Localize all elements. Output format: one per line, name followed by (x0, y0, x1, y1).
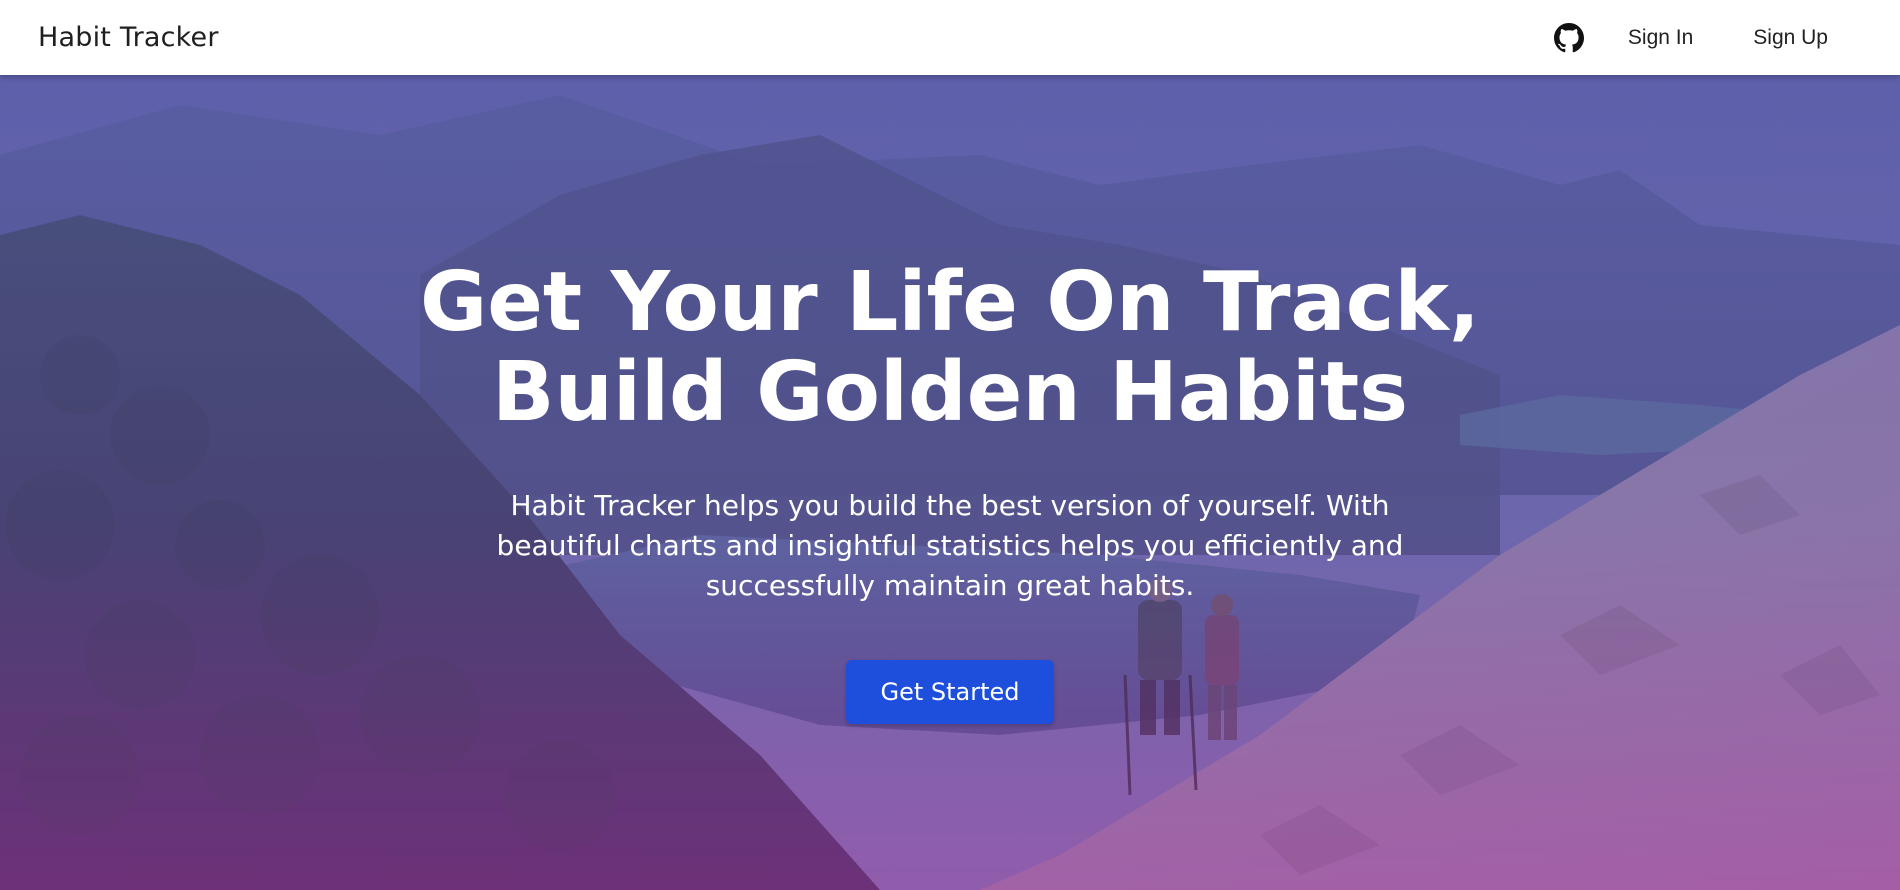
sign-in-link[interactable]: Sign In (1628, 26, 1693, 50)
hero-content: Get Your Life On Track, Build Golden Hab… (0, 75, 1900, 890)
github-icon[interactable] (1552, 21, 1586, 55)
hero-headline-line-1: Get Your Life On Track, (419, 255, 1481, 350)
hero-headline: Get Your Life On Track, Build Golden Hab… (400, 258, 1500, 438)
get-started-button[interactable]: Get Started (846, 660, 1054, 724)
hero-section: Get Your Life On Track, Build Golden Hab… (0, 75, 1900, 890)
top-navbar: Habit Tracker Sign In Sign Up (0, 0, 1900, 75)
hero-subtitle: Habit Tracker helps you build the best v… (496, 489, 1404, 602)
sign-up-link[interactable]: Sign Up (1753, 26, 1828, 50)
hero-headline-line-2: Build Golden Habits (491, 345, 1409, 440)
brand-logo-text[interactable]: Habit Tracker (38, 22, 219, 53)
nav-actions: Sign In Sign Up (1552, 0, 1862, 75)
